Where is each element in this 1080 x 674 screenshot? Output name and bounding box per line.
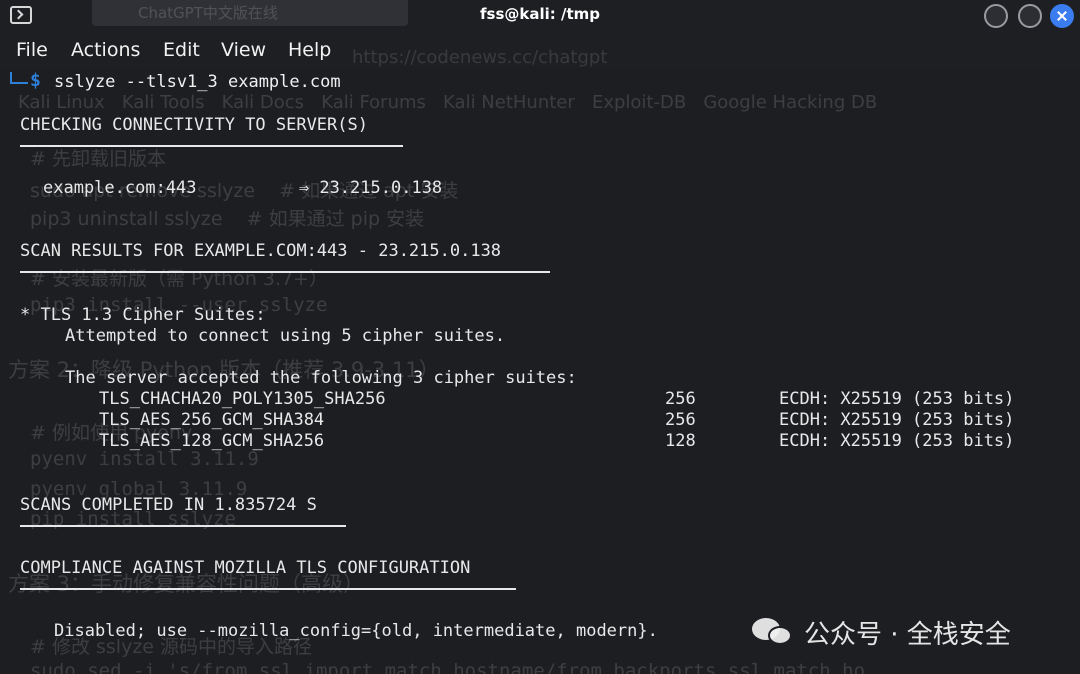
header-underline — [20, 271, 550, 273]
title-bar: ChatGPT中文版在线 fss@kali: /tmp — [0, 0, 1080, 32]
command-text: sslyze --tlsv1_3 example.com — [54, 72, 341, 92]
cipher-bits: 256 — [665, 410, 696, 430]
cipher-key-exchange: ECDH: X25519 (253 bits) — [779, 389, 1015, 409]
header-underline — [20, 525, 346, 527]
terminal-output[interactable]: Kali Linux Kali Tools Kali Docs Kali For… — [0, 68, 1080, 674]
prompt-symbol: $ — [30, 70, 41, 91]
section-header-scan-results: SCAN RESULTS FOR EXAMPLE.COM:443 - 23.21… — [20, 241, 502, 261]
tls-cipher-suites-title: * TLS 1.3 Cipher Suites: — [20, 305, 266, 325]
section-header-connectivity: CHECKING CONNECTIVITY TO SERVER(S) — [20, 115, 368, 135]
wechat-watermark: 公众号 · 全栈安全 — [752, 612, 1011, 652]
close-button[interactable] — [1050, 4, 1074, 28]
wechat-logo-icon — [752, 614, 796, 650]
cipher-key-exchange: ECDH: X25519 (253 bits) — [779, 410, 1015, 430]
attempted-line: Attempted to connect using 5 cipher suit… — [65, 326, 506, 346]
cipher-name: TLS_CHACHA20_POLY1305_SHA256 — [99, 389, 386, 409]
ghost-line: # 安装最新版（需 Python 3.7+） — [30, 268, 329, 290]
maximize-button[interactable] — [1018, 4, 1042, 28]
ghost-line: sudo sed -i 's/from ssl import match_hos… — [30, 660, 866, 674]
prompt-line: $ sslyze --tlsv1_3 example.com — [0, 68, 1080, 96]
menu-edit[interactable]: Edit — [163, 39, 200, 61]
watermark-text: 公众号 · 全栈安全 — [804, 619, 1011, 650]
minimize-button[interactable] — [984, 4, 1008, 28]
accepted-line: The server accepted the following 3 ciph… — [65, 368, 577, 388]
compliance-disabled-line: Disabled; use --mozilla_config={old, int… — [54, 621, 658, 641]
cipher-bits: 128 — [665, 431, 696, 451]
menu-view[interactable]: View — [221, 39, 266, 61]
cipher-name: TLS_AES_256_GCM_SHA384 — [99, 410, 325, 430]
ghost-line: pip3 uninstall sslyze # 如果通过 pip 安装 — [30, 208, 425, 230]
cipher-bits: 256 — [665, 389, 696, 409]
menu-file[interactable]: File — [16, 39, 48, 61]
prompt-corner-icon — [10, 72, 28, 84]
cipher-name: TLS_AES_128_GCM_SHA256 — [99, 431, 325, 451]
menu-bar: File Actions Edit View Help https://code… — [0, 32, 1080, 68]
cipher-key-exchange: ECDH: X25519 (253 bits) — [779, 431, 1015, 451]
ghost-url: https://codenews.cc/chatgpt — [352, 47, 608, 68]
section-header-compliance: COMPLIANCE AGAINST MOZILLA TLS CONFIGURA… — [20, 558, 471, 578]
window-title: fss@kali: /tmp — [480, 5, 600, 23]
menu-help[interactable]: Help — [288, 39, 331, 61]
header-underline — [20, 145, 403, 147]
ghost-line: pyenv install 3.11.9 — [30, 448, 259, 470]
header-underline — [20, 588, 516, 590]
connectivity-result: example.com:443 ⇒ 23.215.0.138 — [43, 178, 443, 198]
ghost-line: # 先卸载旧版本 — [30, 148, 166, 170]
menu-actions[interactable]: Actions — [71, 39, 140, 61]
section-header-completed: SCANS COMPLETED IN 1.835724 S — [20, 495, 317, 515]
